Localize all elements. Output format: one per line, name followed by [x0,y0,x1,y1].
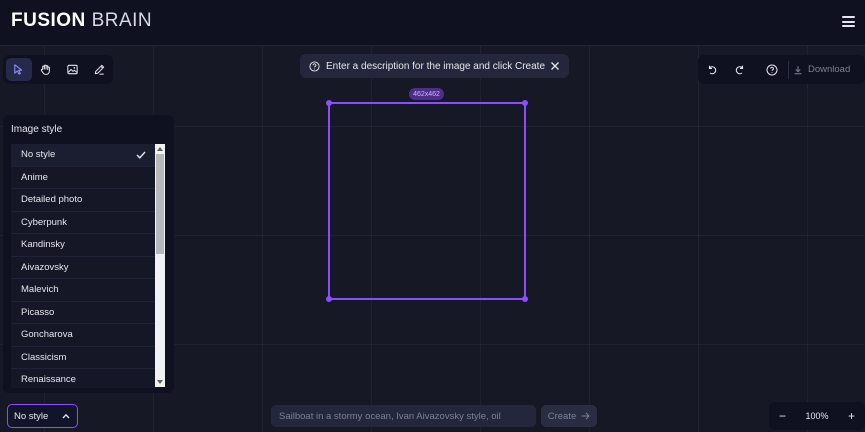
style-select-dropdown[interactable]: No style [7,404,78,428]
resize-handle-top-right[interactable] [522,100,528,106]
pencil-icon [94,64,104,75]
style-item-detailed-photo[interactable]: Detailed photo [11,189,156,212]
download-label: Download [808,64,851,75]
help-icon [766,64,778,75]
style-list-scrollbar[interactable] [155,144,165,387]
create-label: Create [547,410,577,422]
resize-handle-top-left[interactable] [326,100,332,106]
close-icon[interactable] [549,60,561,72]
style-list: No style Anime Detailed photo Cyberpunk … [11,144,156,388]
resize-handle-bottom-right[interactable] [522,296,528,302]
scroll-down-icon[interactable] [157,380,163,384]
style-item-label: Kandinsky [21,239,65,251]
app-header: FUSION BRAIN [0,0,865,46]
style-item-label: Detailed photo [21,194,83,206]
style-item-renaissance[interactable]: Renaissance [11,369,156,388]
style-item-label: Classicism [21,351,67,363]
logo[interactable]: FUSION BRAIN [11,10,152,32]
image-canvas-frame[interactable] [326,100,528,302]
style-item-kandinsky[interactable]: Kandinsky [11,234,156,257]
logo-bold: FUSION [11,10,86,31]
style-select-value: No style [14,410,49,422]
style-item-label: No style [21,149,56,161]
arrow-right-icon [581,412,590,420]
chevron-up-icon [62,413,70,419]
logo-light: BRAIN [91,10,153,31]
image-tool-button[interactable] [60,58,86,81]
download-button[interactable]: Download [793,64,850,75]
tool-palette [3,55,113,84]
style-item-label: Aivazovsky [21,261,69,273]
zoom-level: 100% [805,411,829,421]
style-item-classicism[interactable]: Classicism [11,347,156,369]
zoom-in-button[interactable]: + [848,409,855,423]
pencil-tool-button[interactable] [86,58,112,81]
style-item-label: Anime [21,171,48,183]
style-item-goncharova[interactable]: Goncharova [11,324,156,347]
style-item-picasso[interactable]: Picasso [11,302,156,324]
redo-button[interactable] [726,58,754,82]
hint-banner: Enter a description for the image and cl… [300,54,569,78]
help-button[interactable] [758,58,786,82]
create-button[interactable]: Create [541,405,597,427]
undo-button[interactable] [698,58,726,82]
scroll-up-icon[interactable] [157,147,163,151]
style-item-malevich[interactable]: Malevich [11,279,156,302]
style-item-no-style[interactable]: No style [11,144,156,167]
canvas-size-badge: 462x462 [409,88,444,100]
panel-title: Image style [11,124,63,135]
hand-icon [41,64,51,75]
hint-text: Enter a description for the image and cl… [326,60,545,72]
checkmark-icon [136,151,146,159]
style-item-label: Malevich [21,284,59,296]
pointer-tool-button[interactable] [6,58,32,81]
canvas-actions-toolbar: Download [698,55,865,84]
question-circle-icon [309,60,320,72]
redo-icon [735,65,744,74]
style-item-aivazovsky[interactable]: Aivazovsky [11,257,156,279]
toolbar-divider [788,60,789,79]
style-item-label: Renaissance [21,374,76,386]
style-item-cyberpunk[interactable]: Cyberpunk [11,212,156,234]
scrollbar-thumb[interactable] [156,154,164,254]
style-item-label: Goncharova [21,329,73,341]
style-item-label: Picasso [21,306,55,318]
download-icon [794,65,802,74]
image-style-panel: Image style No style Anime Detailed phot… [3,115,174,393]
hamburger-menu-icon[interactable] [842,16,855,27]
zoom-control: − 100% + [769,402,865,430]
zoom-out-button[interactable]: − [779,409,786,423]
style-item-label: Cyberpunk [21,216,67,228]
prompt-input[interactable] [271,405,536,427]
undo-icon [708,65,717,74]
pointer-icon [14,64,23,75]
resize-handle-bottom-left[interactable] [326,296,332,302]
style-item-anime[interactable]: Anime [11,167,156,189]
hand-tool-button[interactable] [33,58,59,81]
image-icon [67,64,78,75]
